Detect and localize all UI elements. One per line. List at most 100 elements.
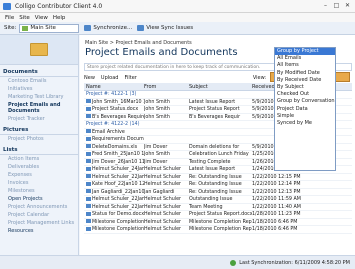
cell-subject: Milestone Completion Report.docx xyxy=(189,219,252,225)
cell-name: Kate Hoof_22Jan10 12.14 L... xyxy=(84,181,144,188)
cell-name: Project Status.docx xyxy=(84,106,144,113)
table-row[interactable]: Helmut Schuler_22Jan10 11...Helmut Schul… xyxy=(84,204,352,211)
cell-from: Helmut Schuler xyxy=(144,174,182,180)
view-option[interactable]: By Received Date xyxy=(275,77,335,84)
cell-subject: Domain deletions for xyxy=(189,144,240,150)
document-icon xyxy=(86,166,91,171)
sync-status-icon xyxy=(230,259,237,266)
sidebar-item-project-calendar[interactable]: Project Calendar xyxy=(0,211,78,219)
document-icon xyxy=(86,144,91,148)
menu-site[interactable]: Site xyxy=(19,15,30,21)
cell-name-text: Jan Gagliardi_22Jan10 12.50... xyxy=(92,189,144,195)
col-subject[interactable]: Subject xyxy=(189,83,252,90)
table-row[interactable]: Kate Hoof_22Jan10 12.14 L...Helmut Schul… xyxy=(84,181,352,189)
sidebar-item-expenses[interactable]: Expenses xyxy=(0,171,78,179)
cell-from: Helmut Schuler xyxy=(144,197,182,202)
sidebar-item-invoices[interactable]: Invoices xyxy=(0,179,78,187)
sidebar-item-project-tracker[interactable]: Project Tracker xyxy=(0,115,78,123)
sidebar-item-project-management-links[interactable]: Project Management Links xyxy=(0,219,78,227)
sidebar-item-resources[interactable]: Resources xyxy=(0,227,78,235)
cell-name-text: Helmut Schuler_22Jan10 12... xyxy=(92,174,144,180)
view-option[interactable]: Simple xyxy=(275,113,335,120)
sidebar-item-project-announcements[interactable]: Project Announcements xyxy=(0,203,78,211)
table-row[interactable]: Status for Demo.docx Helmut Schuler Projec… xyxy=(84,211,352,219)
col-name[interactable]: Name xyxy=(84,83,144,90)
sidebar-item-project-emails[interactable]: Project Emails and Documents xyxy=(0,101,78,115)
filter-button[interactable]: Filter xyxy=(124,75,136,81)
upload-button[interactable]: Upload xyxy=(101,75,119,81)
sidebar-item-action-items[interactable]: Action Items xyxy=(0,155,78,163)
site-label: Site: xyxy=(4,25,17,31)
cell-received: 1/22/2010 11:40 AM xyxy=(252,204,301,210)
view-option[interactable]: Group by Project xyxy=(275,48,335,56)
cell-from: John Smith xyxy=(144,114,170,120)
document-icon xyxy=(86,226,91,231)
cell-name-text: Helmut Schuler_22Jan10 11... xyxy=(92,204,144,210)
cell-subject: B's Beverages Requir xyxy=(189,114,241,120)
new-button[interactable]: New xyxy=(84,75,95,81)
cell-name: Jan Gagliardi_22Jan10 12.50... xyxy=(84,189,144,196)
cell-name: Requirements Documents xyxy=(84,136,144,143)
sidebar-item-contoso-emails[interactable]: Contoso Emails xyxy=(0,77,78,85)
cell-from: John Smith xyxy=(144,152,170,157)
window-controls: – □ ✕ xyxy=(321,2,352,10)
cell-name-text: Helmut Schuler_22Jan10 11... xyxy=(92,197,144,202)
cell-name: Email Archive xyxy=(84,129,144,136)
document-icon xyxy=(86,189,91,193)
document-icon xyxy=(86,211,91,216)
document-icon xyxy=(86,136,91,141)
toolbar: Site: Main Site Synchronize... View Sync… xyxy=(0,22,355,35)
view-sync-issues-button[interactable]: View Sync Issues xyxy=(137,25,193,31)
cell-from: Helmut Schuler xyxy=(144,227,182,232)
sidebar-item-open-projects[interactable]: Open Projects xyxy=(0,195,78,203)
sync-issues-icon xyxy=(137,25,145,31)
view-option[interactable]: Checked Out xyxy=(275,91,335,98)
view-option[interactable]: All Emails xyxy=(275,55,335,62)
sidebar-item-marketing-test-library[interactable]: Marketing Test Library xyxy=(0,93,78,101)
cell-name: B's Beverages Requirements... xyxy=(84,114,144,121)
cell-subject xyxy=(189,136,252,143)
lists-header: Lists xyxy=(0,145,78,155)
sidebar-item-initiatives[interactable]: Initiatives xyxy=(0,85,78,93)
table-row[interactable]: Helmut Schuler_22Jan10 12...Helmut Schul… xyxy=(84,174,352,181)
sidebar-item-project-photos[interactable]: Project Photos xyxy=(0,135,78,143)
minimize-button[interactable]: – xyxy=(321,2,330,10)
table-row[interactable]: Milestone Completion Report...Helmut Sch… xyxy=(84,226,352,234)
synchronize-button[interactable]: Synchronize... xyxy=(84,25,132,31)
col-from[interactable]: From xyxy=(144,83,189,90)
site-value: Main Site xyxy=(30,25,56,31)
cell-from: Jim Dover xyxy=(144,159,168,165)
maximize-button[interactable]: □ xyxy=(332,2,341,10)
cell-from xyxy=(144,136,189,143)
close-button[interactable]: ✕ xyxy=(343,2,352,10)
cell-subject: Milestone Completion Report.docx xyxy=(189,227,252,232)
table-row[interactable]: Helmut Schuler_22Jan10 11...Helmut Schul… xyxy=(84,196,352,204)
view-option[interactable]: Synced by Me xyxy=(275,120,335,127)
view-option[interactable]: By Modified Date xyxy=(275,70,335,77)
cell-name: Fred Smith_25Jan10 13.23... xyxy=(84,151,144,158)
sidebar-item-milestones[interactable]: Milestones xyxy=(0,187,78,195)
menu-help[interactable]: Help xyxy=(53,15,66,21)
site-selector[interactable]: Main Site xyxy=(19,23,80,33)
sidebar-item-deliverables[interactable]: Deliverables xyxy=(0,163,78,171)
breadcrumb[interactable]: Main Site > Project Emails and Documents xyxy=(85,40,192,46)
cell-name-text: Helmut Schuler_24Jan10 12... xyxy=(92,167,144,172)
menu-view[interactable]: View xyxy=(35,15,48,21)
document-icon xyxy=(86,99,91,103)
cell-name-text: DeleteDomains.xls xyxy=(92,144,138,150)
cell-from: John Smith xyxy=(144,99,170,105)
document-icon xyxy=(86,114,91,118)
view-option[interactable]: All Items xyxy=(275,62,335,69)
document-icon xyxy=(86,219,91,223)
cell-received: 1/22/2010 12:15 PM xyxy=(252,174,301,180)
view-option[interactable]: By Subject xyxy=(275,84,335,91)
menu-file[interactable]: File xyxy=(5,15,14,21)
view-option[interactable]: Group by Conversation xyxy=(275,98,335,105)
cell-subject: Latest Issue Report xyxy=(189,167,236,172)
table-row[interactable]: Jan Gagliardi_22Jan10 12.50...Jan Gaglia… xyxy=(84,189,352,196)
cell-name: Status for Demo.docx xyxy=(84,211,144,218)
app-icon xyxy=(3,2,11,10)
cell-subject: Re: Outstanding Issue xyxy=(189,182,242,187)
table-row[interactable]: Milestone Completion Report...Helmut Sch… xyxy=(84,219,352,226)
view-option[interactable]: Project Data xyxy=(275,106,335,113)
